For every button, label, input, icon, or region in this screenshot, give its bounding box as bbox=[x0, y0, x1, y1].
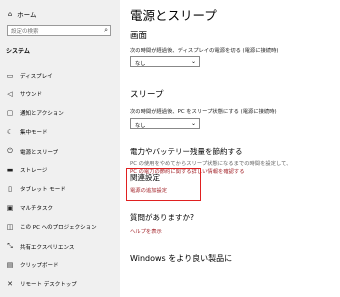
chevron-down-icon: ⌄ bbox=[190, 58, 196, 65]
moon-icon: ☾ bbox=[6, 128, 14, 136]
search-icon: ⌕ bbox=[104, 26, 108, 34]
question-heading: 質問がありますか? bbox=[130, 213, 194, 222]
sidebar-item-label: 共有エクスペリエンス bbox=[20, 244, 75, 251]
sidebar-item-shared[interactable]: ⤡ 共有エクスペリエンス bbox=[6, 242, 74, 251]
screen-timeout-value: なし bbox=[135, 61, 146, 67]
sleep-heading: スリープ bbox=[130, 90, 164, 100]
additional-power-settings-link[interactable]: 電源の追加設定 bbox=[130, 186, 167, 194]
get-help-link[interactable]: ヘルプを表示 bbox=[130, 227, 162, 235]
storage-icon: ▬ bbox=[6, 166, 14, 174]
monitor-icon: ▭ bbox=[6, 72, 14, 80]
improve-windows-heading: Windows をより良い製品に bbox=[130, 254, 233, 263]
remote-desktop-icon: ✕ bbox=[7, 280, 13, 288]
sidebar-item-focus[interactable]: ☾ 集中モード bbox=[6, 128, 48, 136]
sidebar-item-multitask[interactable]: ▣ マルチタスク bbox=[6, 204, 53, 212]
search-placeholder: 設定の検索 bbox=[11, 29, 39, 35]
sidebar-item-label: ディスプレイ bbox=[20, 74, 53, 80]
save-power-heading: 電力やバッテリー残量を節約する bbox=[130, 147, 243, 156]
speaker-icon: ◁ bbox=[7, 90, 13, 98]
sidebar-item-label: タブレット モード bbox=[20, 187, 66, 193]
screen-heading: 画面 bbox=[130, 31, 148, 41]
chevron-down-icon: ⌄ bbox=[190, 120, 196, 127]
main-panel: 電源とスリープ 画面 次の時間が経過後、ディスプレイの電源を切る (電源に接続時… bbox=[120, 0, 340, 297]
sidebar-item-tablet[interactable]: ▯ タブレット モード bbox=[6, 185, 66, 193]
sidebar-item-label: 通知とアクション bbox=[20, 111, 64, 117]
power-icon: ⏻ bbox=[7, 147, 13, 155]
tablet-icon: ▯ bbox=[8, 185, 12, 193]
section-title: システム bbox=[6, 48, 30, 55]
related-settings-heading: 関連設定 bbox=[130, 173, 160, 182]
screen-timeout-select[interactable]: なし ⌄ bbox=[130, 56, 200, 67]
sleep-timeout-value: なし bbox=[135, 123, 146, 129]
sleep-timeout-select[interactable]: なし ⌄ bbox=[130, 118, 200, 129]
sleep-description: 次の時間が経過後、PC をスリープ状態にする (電源に接続時) bbox=[130, 109, 277, 115]
clipboard-icon: ▤ bbox=[6, 261, 14, 269]
home-icon: ⌂ bbox=[8, 10, 13, 18]
sidebar-item-notifications[interactable]: ▢ 通知とアクション bbox=[6, 109, 64, 117]
sidebar-item-power[interactable]: ⏻ 電源とスリープ bbox=[6, 147, 58, 156]
sidebar-item-clipboard[interactable]: ▤ クリップボード bbox=[6, 261, 59, 269]
home-link[interactable]: ⌂ ホーム bbox=[8, 9, 36, 19]
sidebar-item-remote-desktop[interactable]: ✕ リモート デスクトップ bbox=[6, 280, 77, 288]
sidebar-item-label: クリップボード bbox=[20, 263, 59, 269]
search-input[interactable]: 設定の検索 ⌕ bbox=[7, 25, 111, 36]
sidebar-item-label: この PC へのプロジェクション bbox=[20, 225, 97, 231]
home-label: ホーム bbox=[17, 11, 37, 19]
projection-icon: ◫ bbox=[6, 223, 14, 231]
sidebar-item-label: 集中モード bbox=[20, 130, 48, 136]
notification-icon: ▢ bbox=[6, 109, 14, 117]
sidebar-item-label: サウンド bbox=[20, 92, 43, 98]
share-icon: ⤡ bbox=[7, 242, 13, 250]
multitask-icon: ▣ bbox=[6, 204, 14, 212]
sidebar-item-label: マルチタスク bbox=[20, 206, 54, 212]
sidebar-item-projection[interactable]: ◫ この PC へのプロジェクション bbox=[6, 223, 97, 231]
sidebar-item-display[interactable]: ▭ ディスプレイ bbox=[6, 72, 53, 80]
page-title: 電源とスリープ bbox=[130, 8, 217, 23]
sidebar-item-label: 電源とスリープ bbox=[20, 149, 59, 156]
sidebar-item-label: ストレージ bbox=[20, 168, 48, 174]
sidebar: ⌂ ホーム 設定の検索 ⌕ システム ▭ ディスプレイ ◁ サウンド ▢ 通知と… bbox=[0, 0, 120, 297]
save-power-text: PC の使用をやめてからスリープ状態になるまでの時間を設定して、 bbox=[130, 161, 292, 167]
sidebar-item-sound[interactable]: ◁ サウンド bbox=[6, 90, 42, 98]
sidebar-item-label: リモート デスクトップ bbox=[20, 282, 77, 288]
screen-description: 次の時間が経過後、ディスプレイの電源を切る (電源に接続時) bbox=[130, 48, 279, 54]
sidebar-item-storage[interactable]: ▬ ストレージ bbox=[6, 166, 48, 174]
